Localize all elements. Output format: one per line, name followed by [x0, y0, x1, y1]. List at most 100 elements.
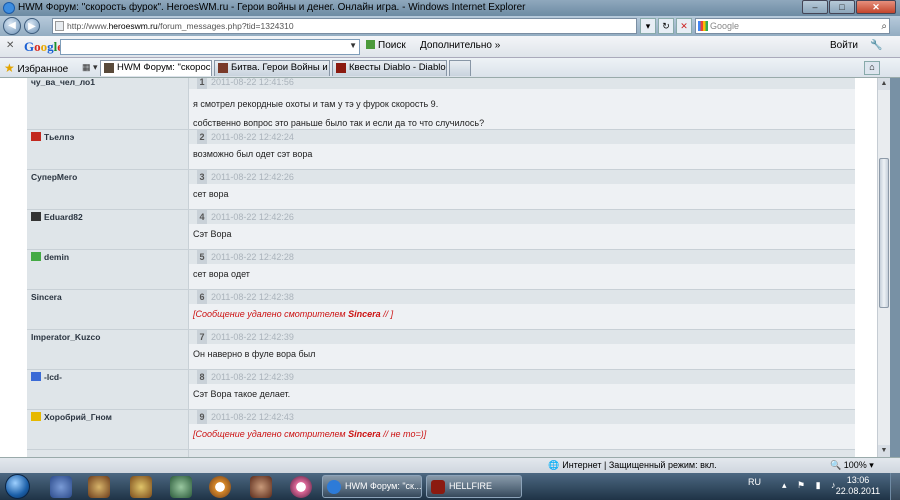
scroll-up-icon[interactable]: ▲ [878, 78, 890, 90]
message-author[interactable]: -lcd- [27, 370, 189, 410]
google-search-button[interactable]: Поиск [366, 40, 406, 51]
message-number[interactable]: 2 [197, 130, 207, 144]
message-number[interactable]: 3 [197, 170, 207, 184]
message-author[interactable]: Eduard82 [27, 210, 189, 250]
task-hellfire[interactable]: HELLFIRE [426, 475, 522, 498]
zoom-level[interactable]: 🔍 100% ▾ [830, 458, 874, 473]
google-toolbar: ✕ Google ▼ Поиск Дополнительно » Войти 🔧 [0, 36, 900, 58]
maximize-button[interactable]: □ [829, 0, 855, 14]
pinned-app-icon[interactable] [50, 476, 72, 498]
author-name[interactable]: чу_ва_чел_ло1 [31, 78, 95, 87]
deleted-note: [Сообщение удалено смотрителем [193, 429, 349, 439]
search-box[interactable]: Google ⌕ [695, 18, 890, 34]
pinned-app-icon[interactable] [209, 476, 231, 498]
home-icon[interactable]: ⌂ [864, 61, 880, 75]
message-date: 2011-08-22 12:42:24 [211, 132, 294, 142]
author-name[interactable]: Хоробрий_Гном [44, 412, 112, 422]
message-author[interactable]: Тьелпэ [27, 130, 189, 170]
forum-message: Тьелпэ 2 2011-08-22 12:42:24 возможно был о… [27, 130, 855, 170]
forum-message: СуперМего 3 2011-08-22 12:42:26 сет вора [27, 170, 855, 210]
author-name[interactable]: -lcd- [44, 372, 62, 382]
message-number[interactable]: 5 [197, 250, 207, 264]
forum-message: demin 5 2011-08-22 12:42:28 сет вора одет [27, 250, 855, 290]
stop-icon[interactable]: ✕ [676, 18, 692, 34]
favorites-button[interactable]: ★ Избранное [4, 61, 68, 75]
message-author[interactable]: СуперМего [27, 170, 189, 210]
message-header: 5 2011-08-22 12:42:28 [189, 250, 855, 264]
pinned-app-icon[interactable] [170, 476, 192, 498]
close-button[interactable]: ✕ [856, 0, 896, 14]
clan-icon [31, 212, 41, 221]
author-name[interactable]: demin [44, 252, 69, 262]
author-name[interactable]: СуперМего [31, 172, 77, 182]
pinned-app-icon[interactable] [130, 476, 152, 498]
toolbar-close-icon[interactable]: ✕ [6, 40, 14, 51]
message-header: 7 2011-08-22 12:42:39 [189, 330, 855, 344]
message-text: [Сообщение удалено смотрителем Sincera /… [189, 424, 855, 441]
message-number[interactable]: 9 [197, 410, 207, 424]
message-header: 6 2011-08-22 12:42:38 [189, 290, 855, 304]
login-button[interactable]: Войти [830, 40, 858, 51]
forward-button[interactable]: ▶ [24, 18, 40, 34]
show-desktop-button[interactable] [890, 473, 900, 500]
deleted-note-end: // не то=)] [380, 429, 427, 439]
pinned-app-icon[interactable] [250, 476, 272, 498]
message-number[interactable]: 6 [197, 290, 207, 304]
forum-message: чу_ва_чел_ло1 1 2011-08-22 12:41:56 я смотр… [27, 78, 855, 130]
message-number[interactable]: 4 [197, 210, 207, 224]
scroll-thumb[interactable] [879, 158, 889, 308]
wrench-icon[interactable]: 🔧 [870, 40, 882, 51]
moderator-name: Sincera [348, 309, 381, 319]
address-prefix: http://www. [67, 21, 109, 31]
quick-tabs-icon[interactable]: ▦ ▾ [82, 62, 98, 73]
address-bar[interactable]: http://www.heroeswm.ru/forum_messages.ph… [52, 18, 637, 34]
window-title: HWM Форум: "скорость фурок". HeroesWM.ru… [18, 2, 526, 13]
author-name[interactable]: Sincera [31, 292, 62, 302]
message-date: 2011-08-22 12:42:26 [211, 172, 294, 182]
message-author[interactable]: Хоробрий_Гном [27, 410, 189, 450]
address-buttons: ▾ ↻ ✕ [640, 18, 692, 34]
tab-diablo[interactable]: Квесты Diablo - Diablo Ar... [332, 60, 447, 76]
forum-message: -lcd- 8 2011-08-22 12:42:39 Сэт Вора такое … [27, 370, 855, 410]
message-header: 9 2011-08-22 12:42:43 [189, 410, 855, 424]
language-indicator[interactable]: RU [748, 477, 761, 487]
message-author[interactable]: Sincera [27, 290, 189, 330]
magnifier-icon[interactable]: ⌕ [881, 20, 887, 34]
tab-hwm-forum[interactable]: HWM Форум: "скорос... [100, 60, 212, 76]
google-search-input[interactable]: ▼ [60, 39, 360, 55]
ie-icon [327, 480, 341, 494]
pinned-app-icon[interactable] [290, 476, 312, 498]
more-button[interactable]: Дополнительно » [420, 40, 500, 51]
author-name[interactable]: Eduard82 [44, 212, 83, 222]
author-name[interactable]: Тьелпэ [44, 132, 74, 142]
minimize-button[interactable]: – [802, 0, 828, 14]
message-date: 2011-08-22 12:42:38 [211, 292, 294, 302]
tray-icons[interactable]: ▴ ⚑ ▮ ♪ [782, 480, 840, 491]
deleted-note: [Сообщение удалено смотрителем [193, 309, 349, 319]
message-number[interactable]: 8 [197, 370, 207, 384]
vertical-scrollbar[interactable]: ▲ ▼ [877, 78, 890, 457]
message-date: 2011-08-22 12:41:56 [211, 78, 294, 87]
message-body: 5 2011-08-22 12:42:28 сет вора одет [189, 250, 855, 290]
tab-battle[interactable]: Битва. Герои Войны и Де... [214, 60, 330, 76]
task-ie[interactable]: HWM Форум: "ск... [322, 475, 422, 498]
address-host: heroeswm.ru [108, 21, 158, 31]
message-number[interactable]: 7 [197, 330, 207, 344]
clock[interactable]: 13:06 22.08.2011 [833, 475, 883, 497]
message-line: возможно был одет сэт вора [193, 149, 313, 159]
chevron-down-icon[interactable]: ▼ [349, 41, 357, 50]
message-body: 9 2011-08-22 12:42:43 [Сообщение удалено с… [189, 410, 855, 450]
message-author[interactable]: чу_ва_чел_ло1 [27, 78, 189, 130]
author-name[interactable]: Imperator_Kuzco [31, 332, 100, 342]
message-author[interactable]: Imperator_Kuzco [27, 330, 189, 370]
message-author[interactable]: demin [27, 250, 189, 290]
new-tab-button[interactable] [449, 60, 471, 76]
message-date: 2011-08-22 12:42:26 [211, 212, 294, 222]
back-button[interactable]: ◀ [3, 17, 21, 35]
start-button[interactable] [5, 474, 30, 499]
message-number[interactable]: 1 [197, 78, 207, 89]
pinned-app-icon[interactable] [88, 476, 110, 498]
compat-view-icon[interactable]: ▾ [640, 18, 656, 34]
scroll-down-icon[interactable]: ▼ [878, 445, 890, 457]
refresh-icon[interactable]: ↻ [658, 18, 674, 34]
